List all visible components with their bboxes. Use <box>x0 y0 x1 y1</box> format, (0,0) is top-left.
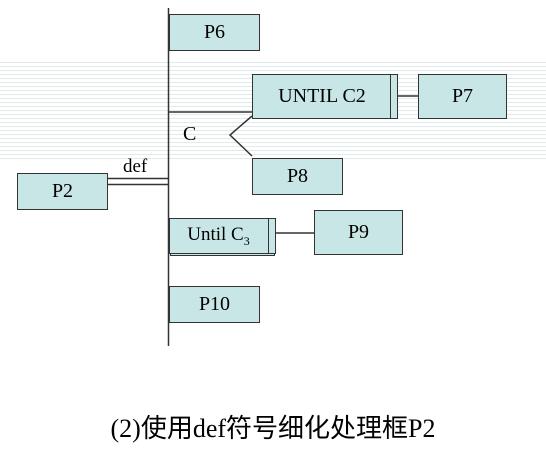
p2-label: P2 <box>51 180 74 202</box>
loop-box-until-c2: UNTIL C2 <box>252 74 398 119</box>
p9-label: P9 <box>347 221 370 243</box>
selection-chevron <box>228 115 253 157</box>
until-c3-label: Until C3 <box>187 223 250 248</box>
process-box-p8: P8 <box>252 158 343 195</box>
def-label: def <box>123 156 148 177</box>
process-box-p6: P6 <box>169 14 260 51</box>
p8-label: P8 <box>286 165 309 187</box>
process-box-p7: P7 <box>418 74 507 119</box>
figure-caption: (2)使用def符号细化处理框P2 <box>110 414 436 443</box>
process-box-p9: P9 <box>314 210 403 255</box>
p10-label: P10 <box>198 293 231 315</box>
loop-box-until-c3: Until C3 <box>169 218 276 254</box>
p7-label: P7 <box>451 85 474 107</box>
until-c3-subscript: 3 <box>243 233 250 248</box>
process-box-p10: P10 <box>169 286 260 323</box>
until-c2-label: UNTIL C2 <box>278 85 366 107</box>
p6-label: P6 <box>203 21 226 43</box>
condition-c-label: C <box>183 123 197 145</box>
process-box-p2: P2 <box>17 173 108 210</box>
